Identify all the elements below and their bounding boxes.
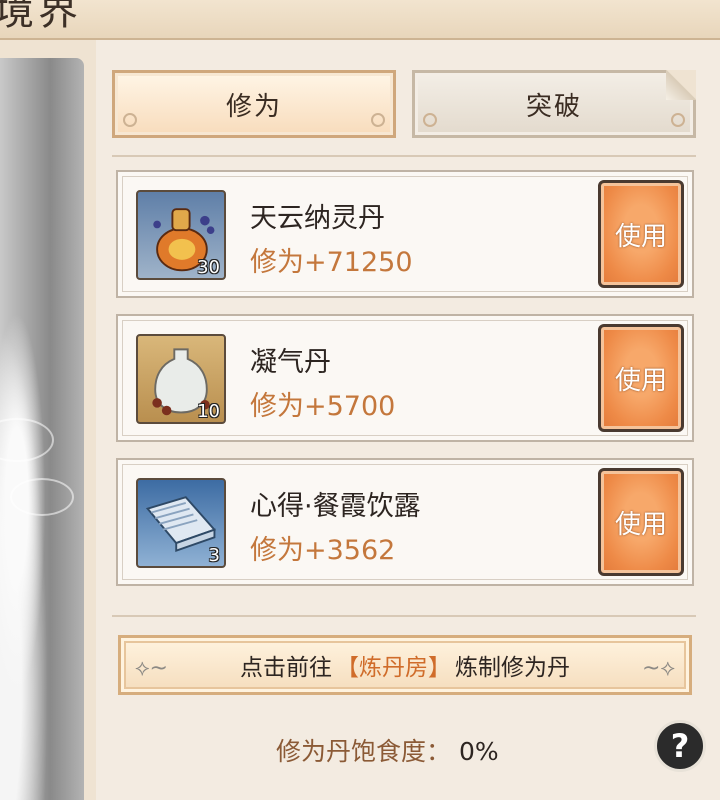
gourd-pill-icon: 30 <box>136 190 226 280</box>
ink-wash-artwork <box>0 58 84 800</box>
item-name: 凝气丹 <box>250 347 331 378</box>
title-strip: 境界 <box>0 0 720 40</box>
alchemy-room-link[interactable]: ⟡~ 点击前往 【炼丹房】 炼制修为丹 ~⟡ <box>118 635 692 695</box>
corner-ornament-icon <box>123 113 137 127</box>
use-button[interactable]: 使用 <box>598 180 684 288</box>
satiety-status: 修为丹饱食度： 0% <box>276 732 499 768</box>
cloud-ornament-icon: ~⟡ <box>642 656 675 681</box>
corner-ornament-icon <box>423 113 437 127</box>
list-item: 3 心得·餐霞饮露 修为+3562 使用 <box>116 458 694 586</box>
item-name: 心得·餐霞饮露 <box>250 491 421 522</box>
satiety-label: 修为丹饱食度： <box>276 737 452 766</box>
tab-breakthrough[interactable]: 突破 <box>412 70 696 138</box>
list-item: 10 凝气丹 修为+5700 使用 <box>116 314 694 442</box>
cloud-swirl-icon <box>0 418 54 462</box>
banner-highlight: 【炼丹房】 <box>336 655 451 681</box>
corner-ornament-icon <box>371 113 385 127</box>
question-icon: ? <box>670 727 690 765</box>
scroll-book-icon: 3 <box>136 478 226 568</box>
banner-prefix: 点击前往 <box>240 655 332 681</box>
page-title: 境界 <box>0 0 82 34</box>
use-button-label: 使用 <box>614 365 667 396</box>
banner-suffix: 炼制修为丹 <box>455 655 570 681</box>
help-button[interactable]: ? <box>654 720 706 772</box>
use-button-label: 使用 <box>614 221 667 252</box>
use-button[interactable]: 使用 <box>598 324 684 432</box>
list-item: 30 天云纳灵丹 修为+71250 使用 <box>116 170 694 298</box>
item-value: 修为+5700 <box>250 391 396 422</box>
item-count: 3 <box>208 545 220 566</box>
use-button[interactable]: 使用 <box>598 468 684 576</box>
item-value: 修为+3562 <box>250 535 396 566</box>
cloud-swirl-icon <box>10 478 74 516</box>
satiety-value: 0% <box>459 737 499 766</box>
page-curl-icon <box>666 70 696 100</box>
tab-cultivation[interactable]: 修为 <box>112 70 396 138</box>
use-button-label: 使用 <box>614 509 667 540</box>
item-count: 10 <box>197 401 220 422</box>
corner-ornament-icon <box>671 113 685 127</box>
item-value: 修为+71250 <box>250 247 413 278</box>
tab-label: 修为 <box>225 91 282 122</box>
item-count: 30 <box>197 257 220 278</box>
vase-pill-icon: 10 <box>136 334 226 424</box>
tab-label: 突破 <box>525 91 582 122</box>
item-name: 天云纳灵丹 <box>250 203 385 234</box>
cloud-ornament-icon: ⟡~ <box>135 656 168 681</box>
